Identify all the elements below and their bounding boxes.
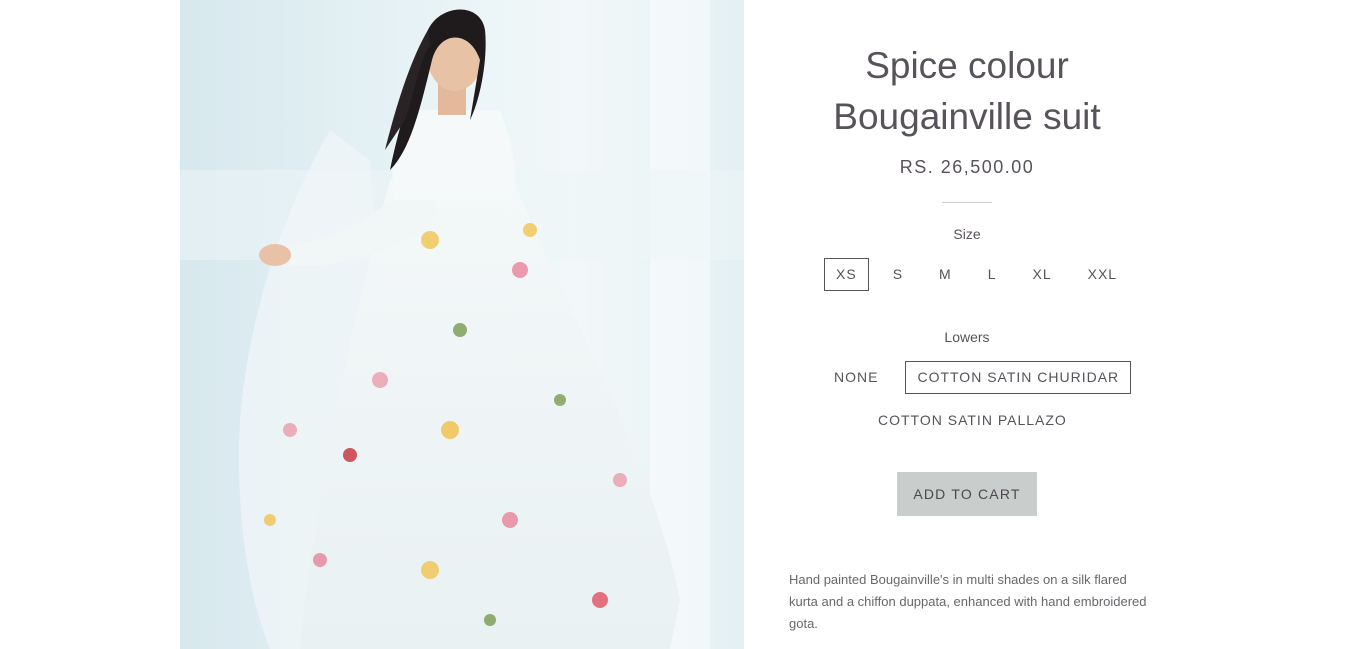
product-title: Spice colour Bougainville suit xyxy=(786,40,1148,142)
size-option-xxl[interactable]: XXL xyxy=(1076,258,1129,291)
size-option-m[interactable]: M xyxy=(927,258,964,291)
product-description: Hand painted Bougainville's in multi sha… xyxy=(789,572,1147,631)
size-option-s[interactable]: S xyxy=(881,258,915,291)
product-image[interactable] xyxy=(180,0,744,649)
product-title-line1: Spice colour xyxy=(865,45,1069,86)
lowers-option-none[interactable]: NONE xyxy=(822,361,890,394)
product-title-line2: Bougainville suit xyxy=(833,96,1101,137)
size-options: XS S M L XL XXL xyxy=(824,258,1141,291)
lowers-options: NONE COTTON SATIN CHURIDAR xyxy=(822,361,1146,394)
size-option-l[interactable]: L xyxy=(976,258,1009,291)
lowers-options-row2: COTTON SATIN PALLAZO xyxy=(866,404,1091,437)
divider xyxy=(942,202,992,203)
size-option-xl[interactable]: XL xyxy=(1021,258,1064,291)
size-option-xs[interactable]: XS xyxy=(824,258,869,291)
lowers-label: Lowers xyxy=(944,329,990,345)
lowers-option-cotton-satin-pallazo[interactable]: COTTON SATIN PALLAZO xyxy=(866,404,1079,437)
product-price: RS. 26,500.00 xyxy=(899,157,1035,177)
add-to-cart-button[interactable]: ADD TO CART xyxy=(897,472,1037,516)
model-illustration xyxy=(180,0,744,649)
size-label: Size xyxy=(953,226,981,242)
lowers-option-cotton-satin-churidar[interactable]: COTTON SATIN CHURIDAR xyxy=(905,361,1132,394)
product-page: Spice colour Bougainville suit RS. 26,50… xyxy=(0,0,1347,649)
